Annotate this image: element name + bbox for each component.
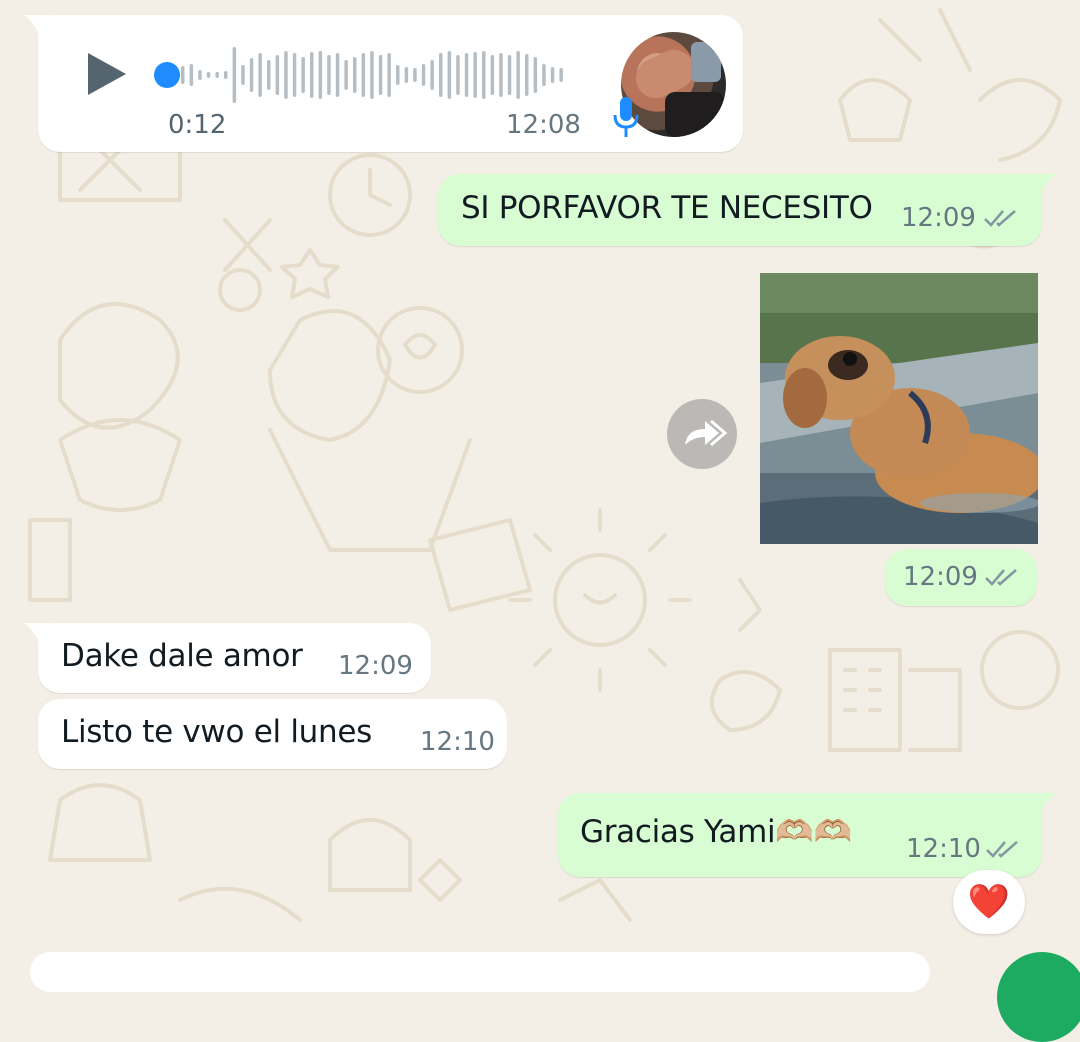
- waveform-bar: [241, 65, 245, 85]
- bubble-tail: [24, 15, 54, 43]
- waveform-bar: [215, 72, 219, 78]
- read-ticks-icon: [986, 841, 1018, 858]
- waveform-bar: [353, 57, 357, 93]
- waveform-bar: [258, 53, 262, 97]
- waveform-bar: [189, 64, 194, 86]
- heart-reaction: ❤️: [967, 882, 1011, 922]
- waveform-bar: [404, 67, 409, 83]
- waveform-bar: [206, 72, 211, 78]
- message-time: 12:10: [906, 834, 981, 864]
- waveform-bar: [525, 54, 529, 96]
- voice-waveform[interactable]: [181, 43, 581, 107]
- mic-icon: [613, 97, 639, 137]
- waveform-bar: [370, 51, 374, 99]
- waveform-bar: [516, 51, 520, 99]
- waveform-bar: [318, 51, 323, 99]
- forward-button[interactable]: [667, 399, 737, 469]
- waveform-bar: [387, 53, 391, 97]
- bubble-tail: [1026, 174, 1056, 202]
- message-text: Listo te vwo el lunes: [61, 714, 372, 750]
- read-ticks-icon: [985, 569, 1017, 586]
- waveform-bar: [542, 64, 546, 86]
- message-text: Dake dale amor: [61, 638, 303, 674]
- waveform-bar: [335, 53, 340, 97]
- waveform-bar: [267, 60, 271, 90]
- image-message[interactable]: [760, 273, 1038, 544]
- waveform-bar: [499, 53, 503, 97]
- waveform-bar: [490, 55, 495, 95]
- waveform-bar: [482, 51, 486, 99]
- waveform-bar: [344, 60, 348, 90]
- voice-progress-dot[interactable]: [154, 62, 180, 88]
- voice-message-bubble[interactable]: 0:12 12:08: [24, 15, 743, 152]
- reaction-badge[interactable]: ❤️: [953, 870, 1025, 934]
- waveform-bar: [507, 55, 512, 95]
- play-icon[interactable]: [82, 47, 132, 101]
- waveform-bar: [232, 47, 237, 103]
- waveform-bar: [327, 55, 331, 95]
- waveform-bar: [378, 55, 383, 95]
- read-ticks-icon: [984, 210, 1016, 227]
- message-bubble-incoming[interactable]: Listo te vwo el lunes 12:10: [38, 699, 507, 769]
- message-text: Gracias Yami🫶🏼🫶🏼: [580, 814, 852, 850]
- waveform-bar: [292, 53, 297, 97]
- waveform-bar: [456, 55, 460, 95]
- dog-photo: [760, 273, 1038, 544]
- message-bubble-outgoing[interactable]: SI PORFAVOR TE NECESITO 12:09: [438, 174, 1056, 246]
- waveform-bar: [396, 65, 400, 85]
- waveform-bar: [464, 53, 469, 97]
- bubble-tail: [1026, 793, 1056, 821]
- message-time: 12:09: [901, 203, 976, 233]
- waveform-bar: [439, 53, 443, 97]
- waveform-bar: [301, 57, 305, 93]
- image-time-bubble: 12:09: [885, 549, 1037, 606]
- waveform-bar: [224, 71, 228, 79]
- message-time: 12:09: [903, 562, 978, 592]
- message-text: SI PORFAVOR TE NECESITO: [461, 190, 873, 226]
- waveform-bar: [181, 66, 185, 84]
- waveform-bar: [550, 67, 555, 83]
- waveform-bar: [310, 52, 314, 98]
- waveform-bar: [421, 64, 426, 86]
- send-voice-button[interactable]: [997, 952, 1080, 1042]
- bubble-tail: [24, 623, 54, 651]
- waveform-bar: [198, 70, 202, 80]
- message-time: 12:09: [338, 651, 413, 681]
- message-input-field[interactable]: [30, 952, 930, 992]
- waveform-bar: [361, 53, 366, 97]
- voice-message-time: 12:08: [506, 110, 581, 140]
- waveform-bar: [533, 57, 538, 93]
- message-bubble-outgoing[interactable]: Gracias Yami🫶🏼🫶🏼 12:10: [558, 793, 1056, 877]
- waveform-bar: [249, 58, 254, 92]
- voice-duration: 0:12: [168, 110, 227, 140]
- waveform-bar: [447, 51, 452, 99]
- waveform-bar: [275, 55, 280, 95]
- waveform-bar: [559, 68, 563, 82]
- message-bubble-incoming[interactable]: Dake dale amor 12:09: [24, 623, 431, 693]
- waveform-bar: [473, 52, 477, 98]
- message-time: 12:10: [420, 727, 495, 757]
- forward-icon: [685, 419, 728, 447]
- waveform-bar: [413, 68, 417, 82]
- waveform-bar: [430, 60, 434, 90]
- waveform-bar: [284, 51, 288, 99]
